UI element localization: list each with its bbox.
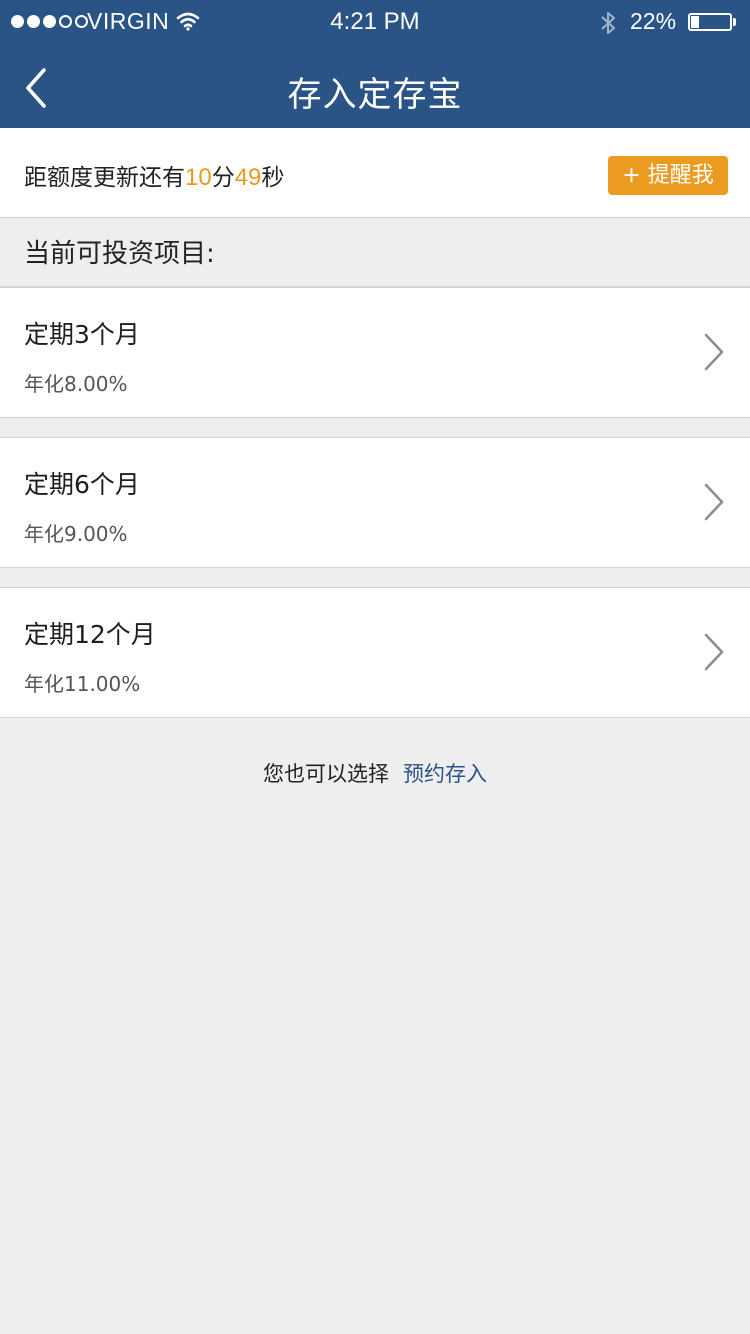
countdown-prefix: 距额度更新还有 — [24, 165, 185, 191]
battery-icon — [688, 13, 732, 31]
countdown-seconds: 49 — [234, 164, 262, 191]
countdown-text: 距额度更新还有10分49秒 — [24, 158, 284, 192]
battery-percent: 22% — [630, 8, 677, 34]
countdown-minute-unit: 分 — [211, 165, 235, 191]
product-rate: 年化11.00% — [24, 672, 141, 696]
battery-tip — [733, 18, 736, 26]
chevron-right-icon — [704, 483, 724, 521]
chevron-right-icon — [704, 333, 724, 371]
section-title: 当前可投资项目: — [24, 239, 215, 269]
alternative-text: 您也可以选择 — [263, 762, 389, 786]
status-bar: VIRGIN 4:21 PM 22% — [0, 0, 750, 44]
product-rate: 年化8.00% — [24, 372, 128, 396]
product-item-3-month[interactable]: 定期3个月 年化8.00% — [0, 287, 750, 418]
bluetooth-icon — [601, 12, 615, 34]
quota-countdown-bar: 距额度更新还有10分49秒 + 提醒我 — [0, 128, 750, 218]
product-name: 定期12个月 — [24, 620, 156, 649]
product-name: 定期6个月 — [24, 470, 140, 499]
countdown-second-unit: 秒 — [261, 165, 285, 191]
product-item-6-month[interactable]: 定期6个月 年化9.00% — [0, 437, 750, 568]
countdown-minutes: 10 — [185, 164, 212, 191]
product-item-12-month[interactable]: 定期12个月 年化11.00% — [0, 587, 750, 718]
battery-level — [691, 16, 699, 28]
page-title: 存入定存宝 — [287, 75, 463, 115]
reserve-deposit-link[interactable]: 预约存入 — [403, 762, 487, 786]
section-header: 当前可投资项目: — [0, 218, 750, 287]
chevron-right-icon — [704, 633, 724, 671]
alternative-option: 您也可以选择 预约存入 — [0, 758, 750, 788]
product-rate: 年化9.00% — [24, 522, 128, 546]
product-name: 定期3个月 — [24, 320, 140, 349]
header: VIRGIN 4:21 PM 22% 存入定存宝 — [0, 0, 750, 128]
remind-me-button[interactable]: + 提醒我 — [608, 156, 728, 195]
